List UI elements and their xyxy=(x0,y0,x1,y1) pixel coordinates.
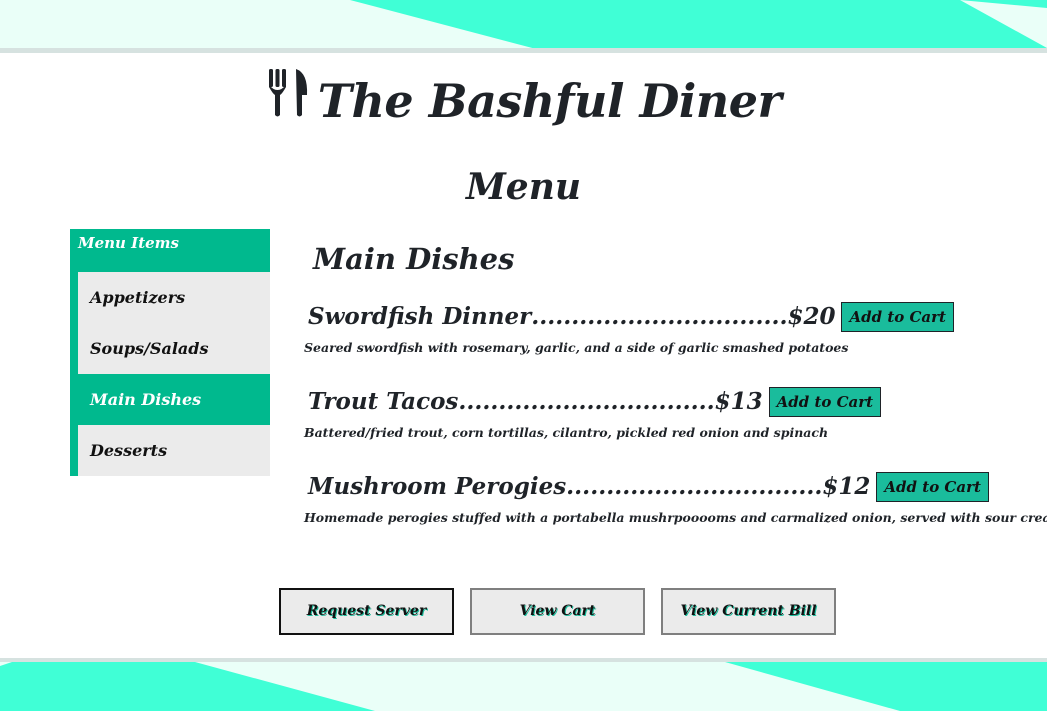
top-divider xyxy=(0,48,1047,53)
view-cart-button[interactable]: View Cart xyxy=(470,588,645,635)
bottom-decorative-band xyxy=(0,662,1047,711)
add-to-cart-button[interactable]: Add to Cart xyxy=(768,387,882,417)
dish-description: Homemade perogies stuffed with a portabe… xyxy=(304,510,1047,525)
sidebar-item-appetizers[interactable]: Appetizers xyxy=(78,272,270,323)
sidebar-list: Appetizers Soups/Salads Main Dishes Dess… xyxy=(78,272,270,476)
restaurant-name: The Bashful Diner xyxy=(317,74,782,128)
add-to-cart-button[interactable]: Add to Cart xyxy=(841,302,954,332)
dish-price: $12 xyxy=(822,473,871,500)
sidebar-title: Menu Items xyxy=(78,234,179,252)
dish-header: Swordfish Dinner........................… xyxy=(304,300,954,334)
top-decorative-band xyxy=(0,0,1047,50)
fork-knife-icon xyxy=(266,67,310,136)
request-server-button[interactable]: Request Server xyxy=(279,588,454,635)
sidebar-item-soups-salads[interactable]: Soups/Salads xyxy=(78,323,270,374)
dish-item: Swordfish Dinner........................… xyxy=(304,300,954,358)
dish-description: Seared swordfish with rosemary, garlic, … xyxy=(304,340,849,355)
menu-heading: Menu xyxy=(465,166,582,208)
dish-item: Trout Tacos.............................… xyxy=(304,385,882,443)
dish-name: Mushroom Perogies xyxy=(308,473,567,500)
sidebar-item-desserts[interactable]: Desserts xyxy=(78,425,270,476)
dish-description: Battered/fried trout, corn tortillas, ci… xyxy=(304,425,829,440)
dish-name: Swordfish Dinner xyxy=(308,303,532,330)
dish-header: Trout Tacos.............................… xyxy=(304,385,882,419)
sidebar-item-main-dishes[interactable]: Main Dishes xyxy=(78,374,270,425)
dish-price: $13 xyxy=(714,388,763,415)
dish-leader-dots: ................................ xyxy=(458,388,715,415)
dish-price: $20 xyxy=(787,303,836,330)
dish-item: Mushroom Perogies.......................… xyxy=(304,470,1047,528)
brand: The Bashful Diner xyxy=(0,68,1047,140)
dish-leader-dots: ................................ xyxy=(566,473,823,500)
dish-name: Trout Tacos xyxy=(308,388,459,415)
add-to-cart-button[interactable]: Add to Cart xyxy=(876,472,989,502)
sidebar: Menu Items Appetizers Soups/Salads Main … xyxy=(70,229,270,476)
page: The Bashful Diner Menu Menu Items Appeti… xyxy=(0,0,1047,711)
dish-header: Mushroom Perogies.......................… xyxy=(304,470,1047,504)
view-current-bill-button[interactable]: View Current Bill xyxy=(661,588,836,635)
section-title: Main Dishes xyxy=(313,242,515,276)
dish-leader-dots: ................................ xyxy=(531,303,788,330)
